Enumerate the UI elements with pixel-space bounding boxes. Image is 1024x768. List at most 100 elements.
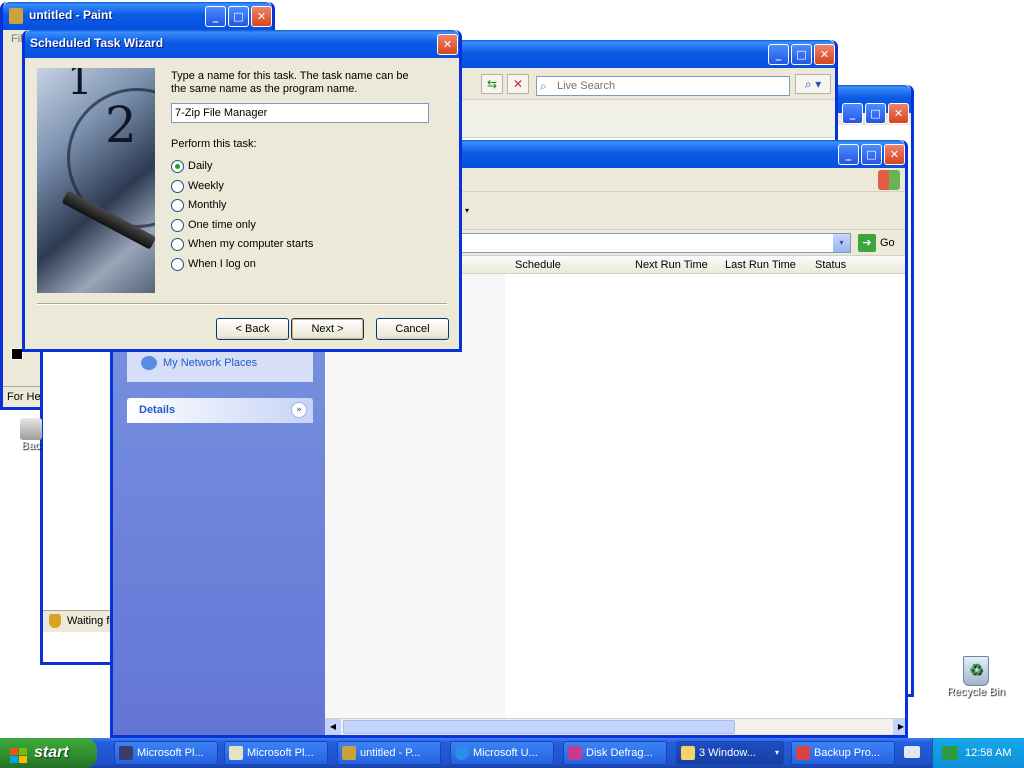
recycle-bin-label: Recycle Bin <box>946 686 1006 698</box>
column-next-run[interactable]: Next Run Time <box>635 259 708 271</box>
recycle-bin-icon: ♻ <box>963 656 989 686</box>
start-label: start <box>34 744 69 761</box>
taskbar-item-ie[interactable]: Microsoft U... <box>450 741 554 765</box>
scheduled-maximize-button[interactable]: □ <box>861 144 882 165</box>
next-button[interactable]: Next > <box>291 318 364 340</box>
radio-monthly[interactable] <box>171 198 184 212</box>
scroll-left-arrow[interactable]: ◀ <box>325 719 341 735</box>
paint-minimize-button[interactable]: _ <box>205 6 226 27</box>
clock-numeral-1-graphic: 1 <box>67 68 93 104</box>
wizard-close-button[interactable]: ✕ <box>437 34 458 55</box>
wizard-titlebar[interactable]: Scheduled Task Wizard ✕ <box>25 30 459 58</box>
windows-flag-icon <box>10 745 28 763</box>
scheduled-close-button[interactable]: ✕ <box>884 144 905 165</box>
taskbar-item-label: untitled - P... <box>360 747 421 759</box>
option-daily-label: Daily <box>188 160 213 172</box>
keyboard-icon[interactable] <box>904 746 920 758</box>
search-input[interactable] <box>536 76 790 96</box>
explorer-search-close-button[interactable]: ✕ <box>814 44 835 65</box>
scheduled-minimize-button[interactable]: _ <box>838 144 859 165</box>
scroll-right-arrow[interactable]: ▶ <box>893 719 905 735</box>
option-one-time-label: One time only <box>188 219 256 231</box>
taskbar-item-backup[interactable]: Backup Pro... <box>791 741 895 765</box>
radio-one-time[interactable] <box>171 218 184 232</box>
backup-minimize-button[interactable]: _ <box>842 103 863 124</box>
start-button[interactable]: start <box>0 738 97 768</box>
taskbar-item-label: Microsoft Pl... <box>247 747 314 759</box>
address-dropdown-icon[interactable]: ▾ <box>833 234 850 252</box>
backup-close-button[interactable]: ✕ <box>888 103 909 124</box>
shield-icon <box>49 614 61 628</box>
cancel-button[interactable]: Cancel <box>376 318 449 340</box>
wizard-clock-image: 2 1 <box>37 68 155 293</box>
paint-title: untitled - Paint <box>29 8 113 22</box>
taskbar: start Microsoft Pl... Microsoft Pl... un… <box>0 738 1024 768</box>
chevron-down-icon[interactable]: » <box>291 402 307 418</box>
taskbar-item-windows-group[interactable]: 3 Window... ▾ <box>676 741 784 765</box>
windows-logo-icon <box>878 170 900 190</box>
media-player-icon <box>229 746 243 760</box>
explorer-search-maximize-button[interactable]: □ <box>791 44 812 65</box>
details-title: Details <box>139 404 176 416</box>
taskbar-item-media-player-2[interactable]: Microsoft Pl... <box>224 741 328 765</box>
taskbar-item-label: Microsoft Pl... <box>137 747 204 759</box>
radio-log-on[interactable] <box>171 257 184 271</box>
option-weekly[interactable]: Weekly <box>171 178 224 194</box>
details-header[interactable]: Details » <box>127 398 313 423</box>
taskbar-item-defrag[interactable]: Disk Defrag... <box>563 741 667 765</box>
media-player-icon <box>119 746 133 760</box>
option-monthly[interactable]: Monthly <box>171 197 227 213</box>
search-icon: ⌕ <box>540 79 547 93</box>
status-waiting-text: Waiting fo <box>67 615 116 627</box>
paint-maximize-button[interactable]: □ <box>228 6 249 27</box>
column-schedule[interactable]: Schedule <box>515 259 561 271</box>
network-places-link[interactable]: My Network Places <box>163 357 257 369</box>
radio-weekly[interactable] <box>171 179 184 193</box>
toolbar-dropdown-icon[interactable]: ▾ <box>465 206 469 215</box>
backup-icon <box>20 418 42 440</box>
option-one-time[interactable]: One time only <box>171 217 256 233</box>
column-status[interactable]: Status <box>815 259 846 271</box>
group-dropdown-icon[interactable]: ▾ <box>775 742 779 764</box>
system-tray: 12:58 AM <box>932 738 1024 768</box>
backup-desktop-icon[interactable]: Bac <box>16 418 46 452</box>
task-name-input[interactable] <box>171 103 429 123</box>
task-wizard-dialog: Scheduled Task Wizard ✕ 2 1 Type a name … <box>22 30 462 352</box>
explorer-backup-titlebar[interactable]: _ □ ✕ <box>838 85 911 124</box>
wizard-separator <box>37 303 447 305</box>
column-last-run[interactable]: Last Run Time <box>725 259 796 271</box>
option-log-on[interactable]: When I log on <box>171 256 256 272</box>
wizard-prompt-line1: Type a name for this task. The task name… <box>171 70 409 82</box>
option-computer-starts[interactable]: When my computer starts <box>171 236 313 252</box>
taskbar-item-media-player-1[interactable]: Microsoft Pl... <box>114 741 218 765</box>
paint-close-button[interactable]: ✕ <box>251 6 272 27</box>
taskbar-item-paint[interactable]: untitled - P... <box>337 741 441 765</box>
folder-icon <box>681 746 695 760</box>
paint-titlebar[interactable]: untitled - Paint _ □ ✕ <box>3 2 272 30</box>
option-weekly-label: Weekly <box>188 180 224 192</box>
go-arrow-icon[interactable]: ➔ <box>858 234 876 252</box>
defrag-icon <box>568 746 582 760</box>
option-daily[interactable]: Daily <box>171 158 212 174</box>
wizard-title: Scheduled Task Wizard <box>30 36 164 50</box>
option-log-on-label: When I log on <box>188 258 256 270</box>
stop-icon[interactable]: ✕ <box>507 74 529 94</box>
radio-daily[interactable] <box>171 159 184 173</box>
paint-app-icon <box>9 8 23 24</box>
clock[interactable]: 12:58 AM <box>965 747 1011 759</box>
refresh-icon[interactable]: ⇆ <box>481 74 503 94</box>
horizontal-scrollbar[interactable]: ◀ ▶ <box>325 718 905 735</box>
paint-icon <box>342 746 356 760</box>
go-button[interactable]: Go <box>880 237 895 249</box>
perform-task-label: Perform this task: <box>171 138 257 150</box>
radio-computer-starts[interactable] <box>171 237 184 251</box>
scroll-thumb[interactable] <box>343 720 735 734</box>
back-button[interactable]: < Back <box>216 318 289 340</box>
search-go-icon[interactable]: ⌕ ▾ <box>795 74 831 94</box>
option-monthly-label: Monthly <box>188 199 227 211</box>
taskbar-item-label: Microsoft U... <box>473 747 538 759</box>
backup-maximize-button[interactable]: □ <box>865 103 886 124</box>
explorer-search-minimize-button[interactable]: _ <box>768 44 789 65</box>
recycle-bin-desktop-icon[interactable]: ♻ Recycle Bin <box>938 656 1014 698</box>
network-tray-icon[interactable] <box>942 746 958 760</box>
